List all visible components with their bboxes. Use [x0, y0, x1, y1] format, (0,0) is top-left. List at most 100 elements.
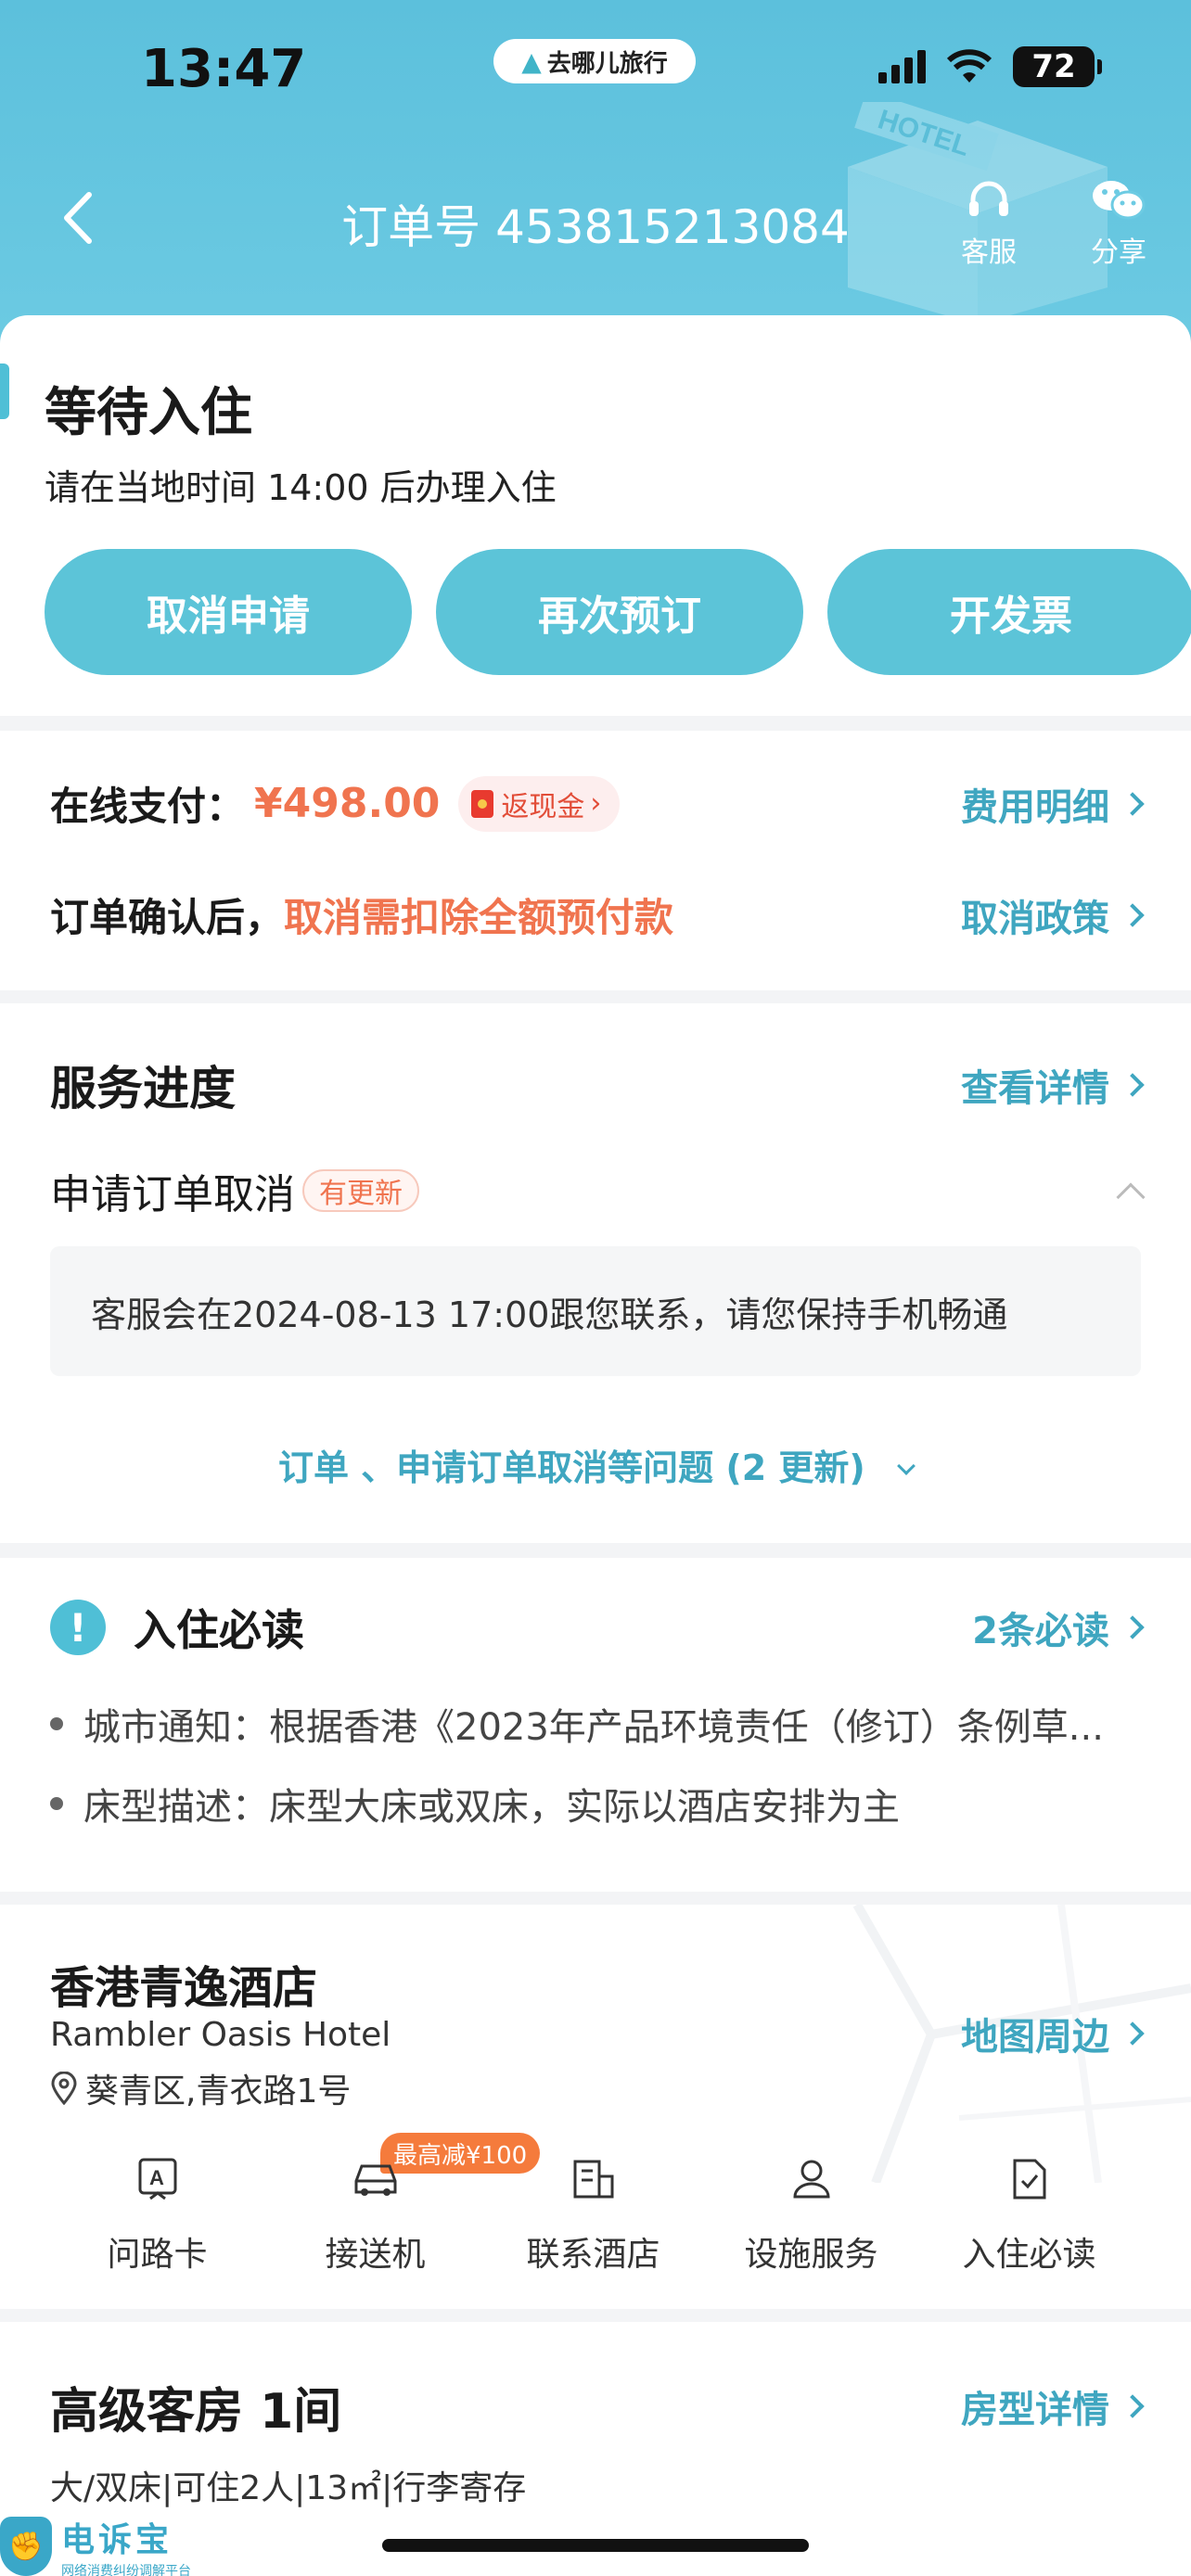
watermark-main: 电诉宝 — [61, 2521, 173, 2559]
direction-card-icon: A — [138, 2158, 176, 2200]
status-time: 13:47 — [141, 39, 307, 99]
room-title: 高级客房 1间 — [50, 2384, 342, 2440]
checkin-notice-icon — [1013, 2159, 1045, 2200]
notice-item[interactable]: 床型描述：床型大床或双床，实际以酒店安排为主 — [50, 1777, 1154, 1830]
hotel-address[interactable]: 葵青区,青衣路1号 — [50, 2064, 351, 2112]
car-icon — [354, 2164, 396, 2196]
invoice-button[interactable]: 开发票 — [827, 549, 1191, 675]
quick-action-label: 设施服务 — [744, 2236, 878, 2274]
cancel-policy-link[interactable]: 取消政策 — [961, 888, 1145, 942]
rebook-button[interactable]: 再次预订 — [436, 549, 803, 675]
update-badge: 有更新 — [302, 1169, 419, 1212]
cashback-label: 返现金 — [501, 790, 585, 823]
map-nearby-link[interactable]: 地图周边 — [961, 2007, 1145, 2060]
cancel-policy-row: 订单确认后， 取消需扣除全额预付款 取消政策 — [50, 886, 1145, 943]
home-indicator[interactable] — [382, 2539, 809, 2552]
quick-action-direction-card[interactable]: A 问路卡 — [48, 2149, 266, 2276]
notice-item[interactable]: 城市通知：根据香港《2023年产品环境责任（修订）条例草... — [50, 1697, 1154, 1751]
hotel-name-en: Rambler Oasis Hotel — [50, 2016, 391, 2054]
chevron-right-icon — [1121, 1073, 1145, 1097]
payment-card: 在线支付： ¥498.00 返现金 › 费用明细 订单确认后， 取消需扣除全额预… — [0, 731, 1191, 990]
quick-action-label: 接送机 — [325, 2236, 426, 2274]
quick-action-contact-hotel[interactable]: 联系酒店 — [484, 2149, 702, 2276]
bullet-dot — [50, 1797, 63, 1810]
quick-action-airport-transfer[interactable]: 接送机 — [266, 2149, 484, 2276]
notice-header: ! 入住必读 2条必读 — [50, 1597, 1145, 1658]
more-issues-link[interactable]: 订单 、申请订单取消等问题 (2 更新) — [0, 1439, 1191, 1490]
cellular-signal-icon — [878, 50, 926, 83]
action-button-row: 取消申请 再次预订 开发票 — [45, 549, 1191, 675]
chevron-right-icon — [1121, 2021, 1145, 2046]
notice-count-label: 2条必读 — [972, 1610, 1109, 1652]
customer-service-button[interactable]: 客服 — [942, 172, 1035, 270]
chevron-right-icon — [1121, 791, 1145, 816]
room-detail-label: 房型详情 — [961, 2389, 1109, 2431]
wechat-icon — [1093, 181, 1146, 220]
more-issues-label: 订单 、申请订单取消等问题 (2 更新) — [277, 1447, 865, 1488]
share-label: 分享 — [1091, 236, 1146, 269]
progress-message-box: 客服会在2024-08-13 17:00跟您联系，请您保持手机畅通 — [50, 1246, 1141, 1376]
quick-action-facilities[interactable]: 设施服务 — [702, 2149, 920, 2276]
notice-count-link[interactable]: 2条必读 — [972, 1600, 1145, 1654]
contact-hotel-icon — [573, 2160, 613, 2199]
quick-action-label: 联系酒店 — [526, 2236, 660, 2274]
payment-label: 在线支付： — [50, 784, 246, 829]
chevron-right-icon — [1121, 1615, 1145, 1639]
room-detail-link[interactable]: 房型详情 — [961, 2379, 1145, 2433]
bullet-dot — [50, 1717, 63, 1730]
hotel-name[interactable]: 香港青逸酒店 — [50, 1951, 317, 2016]
status-icons: 72 — [878, 46, 1102, 87]
order-status-title: 等待入住 — [45, 383, 252, 443]
share-button[interactable]: 分享 — [1072, 172, 1165, 270]
progress-item-header[interactable]: 申请订单取消 有更新 — [50, 1161, 1146, 1220]
progress-title: 服务进度 — [50, 1062, 236, 1116]
notice-item-text: 床型描述：床型大床或双床，实际以酒店安排为主 — [83, 1786, 900, 1829]
shield-fist-icon: ✊ — [0, 2517, 52, 2576]
progress-header: 服务进度 查看详情 — [50, 1052, 1145, 1118]
cancel-policy-label: 取消政策 — [961, 897, 1109, 940]
status-accent-bar — [0, 363, 9, 419]
facility-icon — [792, 2160, 830, 2199]
cashback-badge[interactable]: 返现金 › — [458, 775, 621, 832]
camel-logo-icon: ▲ — [521, 45, 542, 77]
customer-service-label: 客服 — [961, 236, 1017, 269]
notice-item-text: 城市通知：根据香港《2023年产品环境责任（修订）条例草... — [83, 1706, 1104, 1749]
progress-item-title: 申请订单取消 — [50, 1171, 295, 1218]
chevron-up-icon[interactable] — [1116, 1182, 1146, 1212]
cancel-request-button[interactable]: 取消申请 — [45, 549, 412, 675]
exclamation-icon: ! — [50, 1600, 106, 1655]
app-pill[interactable]: ▲ 去哪儿旅行 — [493, 39, 696, 83]
chevron-down-icon — [897, 1457, 916, 1475]
chevron-right-icon — [1121, 2394, 1145, 2418]
battery-indicator: 72 — [1013, 46, 1102, 87]
room-meta: 大/双床|可住2人|13㎡|行李寄存 — [50, 2469, 527, 2507]
svg-text:A: A — [149, 2166, 164, 2189]
checkin-notice-card: ! 入住必读 2条必读 城市通知：根据香港《2023年产品环境责任（修订）条例草… — [0, 1558, 1191, 1892]
payment-row: 在线支付： ¥498.00 返现金 › 费用明细 — [50, 775, 1145, 832]
location-pin-icon — [51, 2072, 77, 2105]
app-pill-label: 去哪儿旅行 — [546, 49, 668, 78]
payment-amount: ¥498.00 — [254, 780, 441, 827]
cancel-note-warning: 取消需扣除全额预付款 — [284, 895, 674, 940]
map-nearby-label: 地图周边 — [961, 2016, 1109, 2059]
chevron-right-icon: › — [590, 787, 602, 820]
quick-action-checkin-notice[interactable]: 入住必读 — [920, 2149, 1138, 2276]
view-detail-link[interactable]: 查看详情 — [961, 1058, 1145, 1112]
headset-icon — [969, 181, 1008, 216]
fee-detail-label: 费用明细 — [961, 785, 1109, 829]
quick-actions: A 问路卡 接送机 联系酒店 设施服务 入住必读 — [0, 2149, 1191, 2276]
red-envelope-icon — [471, 789, 494, 818]
order-status-card: 等待入住 请在当地时间 14:00 后办理入住 取消申请 再次预订 开发票 — [0, 315, 1191, 716]
notice-title: 入住必读 — [134, 1605, 304, 1655]
checkin-time-note: 请在当地时间 14:00 后办理入住 — [45, 467, 557, 508]
service-progress-card: 服务进度 查看详情 申请订单取消 有更新 客服会在2024-08-13 17:0… — [0, 1003, 1191, 1543]
watermark-sub: 网络消费纠纷调解平台 — [61, 2564, 191, 2576]
hotel-address-text: 葵青区,青衣路1号 — [85, 2072, 352, 2111]
watermark-logo: ✊ 电诉宝 网络消费纠纷调解平台 — [0, 2513, 191, 2576]
fee-detail-link[interactable]: 费用明细 — [961, 777, 1145, 831]
chevron-right-icon — [1121, 902, 1145, 927]
hotel-info-card: 香港青逸酒店 Rambler Oasis Hotel 葵青区,青衣路1号 地图周… — [0, 1905, 1191, 2309]
cancel-note-prefix: 订单确认后， — [50, 895, 285, 940]
view-detail-label: 查看详情 — [961, 1067, 1109, 1110]
wifi-icon — [946, 49, 992, 83]
